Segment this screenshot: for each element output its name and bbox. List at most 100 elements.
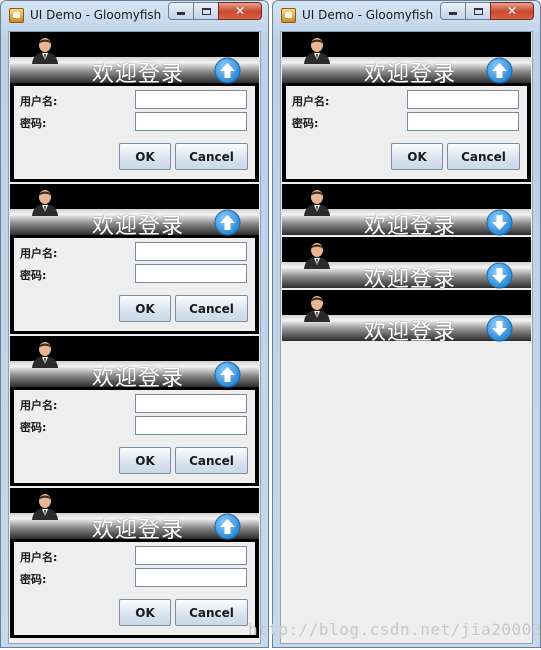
panel-header[interactable]: 欢迎登录 <box>282 184 531 239</box>
username-input[interactable] <box>135 394 247 413</box>
password-label: 密码: <box>20 421 47 434</box>
minimize-button[interactable] <box>168 2 194 20</box>
cancel-button[interactable]: Cancel <box>175 599 248 626</box>
username-input[interactable] <box>135 90 247 109</box>
panel-title: 欢迎登录 <box>92 366 185 391</box>
login-form: 用户名: 密码: OK Cancel <box>14 390 255 483</box>
login-panel: 欢迎登录用户名: 密码: OK Cancel <box>10 488 259 638</box>
user-avatar-icon <box>302 241 332 269</box>
panel-title: 欢迎登录 <box>92 214 185 239</box>
password-label: 密码: <box>292 117 319 130</box>
close-icon: ✕ <box>234 4 246 18</box>
ok-button[interactable]: OK <box>119 295 171 322</box>
panel-title: 欢迎登录 <box>364 214 457 239</box>
down-arrow-icon[interactable] <box>486 315 513 342</box>
user-avatar-icon <box>30 340 60 368</box>
username-input[interactable] <box>407 90 519 109</box>
panel-header[interactable]: 欢迎登录 <box>10 184 259 239</box>
login-form: 用户名: 密码: OK Cancel <box>286 86 527 179</box>
up-arrow-icon[interactable] <box>214 209 241 236</box>
window-left: UI Demo - Gloomyfish ✕ 欢迎登录 用户名: 密码: OK Canc… <box>0 0 269 648</box>
login-panel: 欢迎登录 <box>282 184 531 239</box>
watermark: http://blog.csdn.net/jia20003 <box>248 620 541 639</box>
up-arrow-icon[interactable] <box>214 361 241 388</box>
up-arrow-icon[interactable] <box>486 57 513 84</box>
panel-header[interactable]: 欢迎登录 <box>282 32 531 87</box>
cancel-button[interactable]: Cancel <box>447 143 520 170</box>
password-label: 密码: <box>20 117 47 130</box>
password-input[interactable] <box>407 112 519 131</box>
password-input[interactable] <box>135 568 247 587</box>
close-button[interactable]: ✕ <box>218 2 262 20</box>
title-bar[interactable]: UI Demo - Gloomyfish ✕ <box>273 1 540 29</box>
panel-body: 用户名: 密码: OK Cancel <box>10 83 259 182</box>
panel-title: 欢迎登录 <box>92 518 185 543</box>
login-panel: 欢迎登录 <box>282 290 531 345</box>
login-form: 用户名: 密码: OK Cancel <box>14 86 255 179</box>
close-button[interactable]: ✕ <box>490 2 534 20</box>
panel-header[interactable]: 欢迎登录 <box>282 237 531 292</box>
panel-header[interactable]: 欢迎登录 <box>10 488 259 543</box>
cancel-button[interactable]: Cancel <box>175 295 248 322</box>
login-panel: 欢迎登录 <box>282 237 531 292</box>
app-icon[interactable] <box>281 8 296 23</box>
window-title: UI Demo - Gloomyfish <box>30 8 162 22</box>
panel-title: 欢迎登录 <box>92 62 185 87</box>
minimize-button[interactable] <box>440 2 466 20</box>
window-right: UI Demo - Gloomyfish ✕ 欢迎登录 用户名: 密码: OK Canc… <box>272 0 541 648</box>
password-label: 密码: <box>20 269 47 282</box>
panel-header[interactable]: 欢迎登录 <box>10 336 259 391</box>
minimize-icon <box>449 12 457 15</box>
panel-title: 欢迎登录 <box>364 320 457 345</box>
ok-button[interactable]: OK <box>119 599 171 626</box>
user-avatar-icon <box>302 36 332 64</box>
cancel-button[interactable]: Cancel <box>175 447 248 474</box>
panel-body: 用户名: 密码: OK Cancel <box>10 235 259 334</box>
username-label: 用户名: <box>20 551 58 564</box>
login-form: 用户名: 密码: OK Cancel <box>14 542 255 635</box>
title-bar[interactable]: UI Demo - Gloomyfish ✕ <box>1 1 268 29</box>
down-arrow-icon[interactable] <box>486 262 513 289</box>
close-icon: ✕ <box>506 4 518 18</box>
panel-body: 用户名: 密码: OK Cancel <box>282 83 531 182</box>
password-input[interactable] <box>135 264 247 283</box>
window-title: UI Demo - Gloomyfish <box>302 8 434 22</box>
username-label: 用户名: <box>20 247 58 260</box>
user-avatar-icon <box>302 294 332 322</box>
maximize-button[interactable] <box>193 2 219 20</box>
up-arrow-icon[interactable] <box>214 513 241 540</box>
user-avatar-icon <box>30 492 60 520</box>
username-label: 用户名: <box>292 95 330 108</box>
ok-button[interactable]: OK <box>119 447 171 474</box>
password-input[interactable] <box>135 416 247 435</box>
username-input[interactable] <box>135 546 247 565</box>
panel-body: 用户名: 密码: OK Cancel <box>10 387 259 486</box>
maximize-icon <box>473 7 483 15</box>
login-panel: 欢迎登录 用户名: 密码: OK Cancel <box>10 336 259 486</box>
login-form: 用户名: 密码: OK Cancel <box>14 238 255 331</box>
username-label: 用户名: <box>20 95 58 108</box>
up-arrow-icon[interactable] <box>214 57 241 84</box>
login-panel: 欢迎登录用户名: 密码: OK Cancel <box>10 184 259 334</box>
user-avatar-icon <box>30 188 60 216</box>
minimize-icon <box>177 12 185 15</box>
username-input[interactable] <box>135 242 247 261</box>
panel-title: 欢迎登录 <box>364 267 457 292</box>
login-panel: 欢迎登录用户名: 密码: OK Cancel <box>282 32 531 182</box>
user-avatar-icon <box>30 36 60 64</box>
window-content: 欢迎登录 用户名: 密码: OK Cancel 欢迎登录 用户名: 密码: OK Cancel 欢迎… <box>8 31 261 644</box>
down-arrow-icon[interactable] <box>486 209 513 236</box>
cancel-button[interactable]: Cancel <box>175 143 248 170</box>
app-icon[interactable] <box>9 8 24 23</box>
ok-button[interactable]: OK <box>119 143 171 170</box>
maximize-icon <box>201 7 211 15</box>
panel-header[interactable]: 欢迎登录 <box>10 32 259 87</box>
panel-body: 用户名: 密码: OK Cancel <box>10 539 259 638</box>
panel-header[interactable]: 欢迎登录 <box>282 290 531 345</box>
ok-button[interactable]: OK <box>391 143 443 170</box>
user-avatar-icon <box>302 188 332 216</box>
password-label: 密码: <box>20 573 47 586</box>
login-panel: 欢迎登录用户名: 密码: OK Cancel <box>10 32 259 182</box>
maximize-button[interactable] <box>465 2 491 20</box>
password-input[interactable] <box>135 112 247 131</box>
